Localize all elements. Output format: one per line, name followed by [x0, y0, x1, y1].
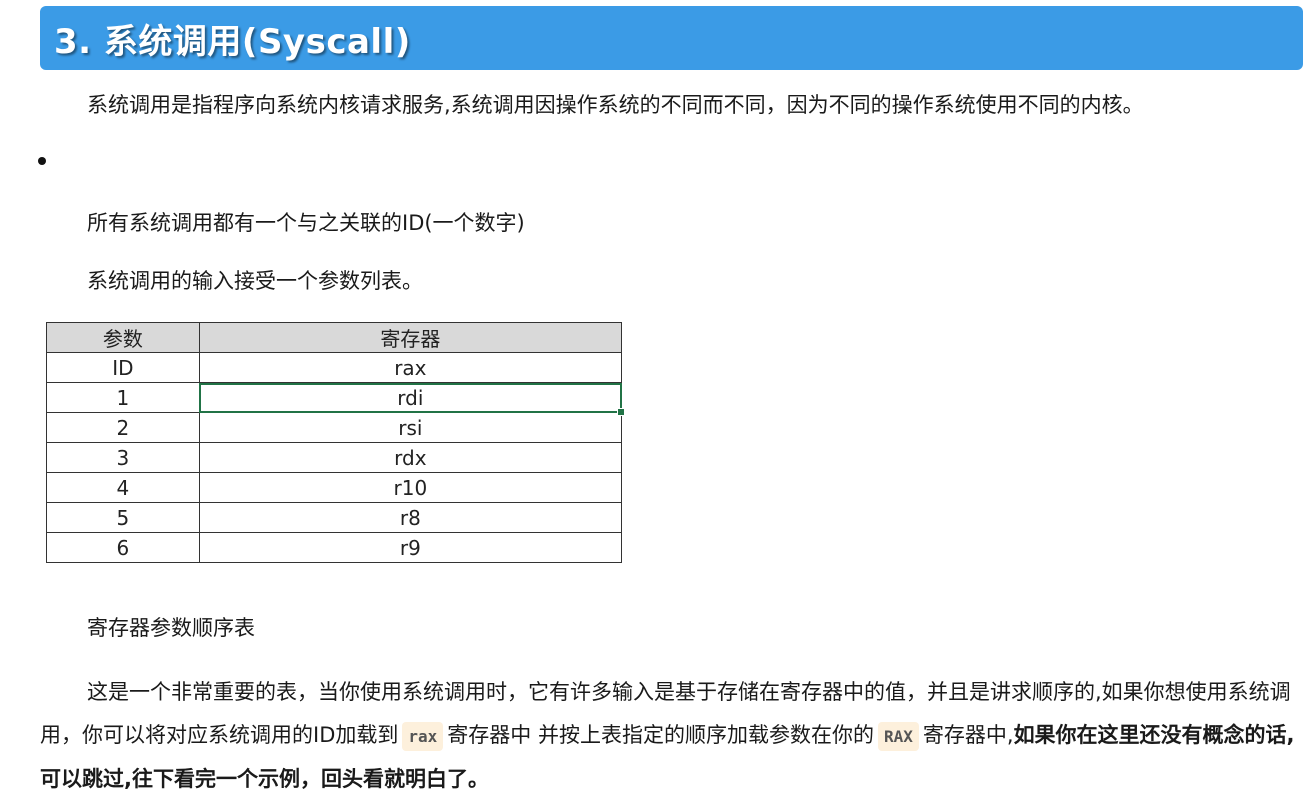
intro-paragraph: 系统调用是指程序向系统内核请求服务,系统调用因操作系统的不同而不同，因为不同的操…: [87, 93, 1144, 117]
bullet-icon: [38, 157, 46, 165]
point-args: 系统调用的输入接受一个参数列表。: [87, 269, 423, 293]
cell-param[interactable]: 4: [46, 472, 200, 503]
fill-handle[interactable]: [617, 408, 625, 416]
header-register: 寄存器: [198, 322, 623, 353]
cell-param[interactable]: 2: [46, 412, 200, 443]
table-row: 4 r10: [46, 472, 623, 503]
code-rax-upper: RAX: [877, 722, 919, 751]
cell-param[interactable]: ID: [46, 352, 200, 383]
header-param: 参数: [46, 322, 200, 353]
cell-register[interactable]: rsi: [198, 412, 623, 443]
cell-param[interactable]: 5: [46, 502, 200, 533]
cell-param[interactable]: 1: [46, 382, 200, 413]
table-row: 2 rsi: [46, 412, 623, 443]
table-row: 3 rdx: [46, 442, 623, 473]
table-row: 5 r8: [46, 502, 623, 533]
cell-register[interactable]: rdx: [198, 442, 623, 473]
explanation-paragraph: 这是一个非常重要的表，当你使用系统调用时，它有许多输入是基于存储在寄存器中的值，…: [40, 671, 1305, 790]
table-header-row: 参数 寄存器: [46, 322, 623, 353]
cell-register-text: rdi: [397, 385, 424, 410]
register-table: 参数 寄存器 ID rax 1 rdi 2 rsi 3 rdx 4 r10 5 …: [46, 322, 625, 563]
cell-register-selected[interactable]: rdi: [198, 382, 625, 416]
cell-param[interactable]: 3: [46, 442, 200, 473]
section-heading-bar: 3. 系统调用(Syscall): [40, 6, 1303, 70]
table-row: ID rax: [46, 352, 623, 383]
cell-register[interactable]: r8: [198, 502, 623, 533]
cell-register[interactable]: r10: [198, 472, 623, 503]
explanation-text-2: 寄存器中 并按上表指定的顺序加载参数在你的: [447, 723, 874, 747]
explanation-text-3: 寄存器中,: [922, 723, 1014, 747]
cell-param[interactable]: 6: [46, 532, 200, 563]
table-row: 6 r9: [46, 532, 623, 563]
cell-register[interactable]: r9: [198, 532, 623, 563]
code-rax: rax: [402, 722, 444, 751]
table-caption: 寄存器参数顺序表: [87, 616, 255, 640]
document-page: 3. 系统调用(Syscall) 系统调用是指程序向系统内核请求服务,系统调用因…: [0, 0, 1314, 790]
point-id: 所有系统调用都有一个与之关联的ID(一个数字): [87, 211, 525, 235]
table-row: 1 rdi: [46, 382, 625, 416]
cell-register[interactable]: rax: [198, 352, 623, 383]
section-title: 3. 系统调用(Syscall): [54, 21, 411, 62]
